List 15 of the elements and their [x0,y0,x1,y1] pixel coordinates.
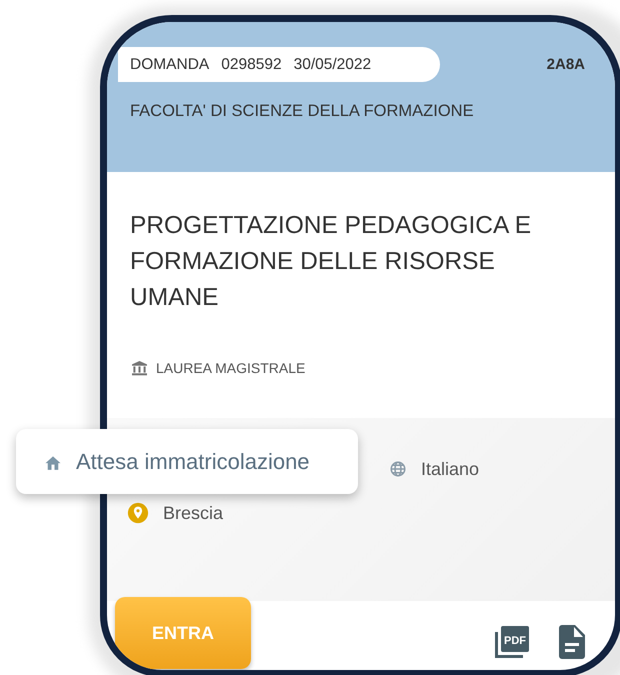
location-text: Brescia [163,502,224,524]
code-text: 2A8A [546,56,585,73]
application-date: 30/05/2022 [294,56,372,74]
course-title: PROGETTAZIONE PEDAGOGICA E FORMAZIONE DELLE RISORSE UMANE [130,211,532,313]
language-text: Italiano [421,458,480,480]
faculty-text: FACOLTA' DI SCIENZE DELLA FORMAZIONE [130,102,475,121]
application-label: DOMANDA [130,56,210,74]
globe-icon [389,460,407,478]
institution-icon [131,360,148,376]
document-icon[interactable] [559,625,585,659]
home-icon [44,454,62,470]
location-pin-icon [127,502,149,524]
status-text: Attesa immatricolazione [76,448,310,474]
degree-type: LAUREA MAGISTRALE [156,360,306,376]
application-number: 0298592 [221,56,282,74]
